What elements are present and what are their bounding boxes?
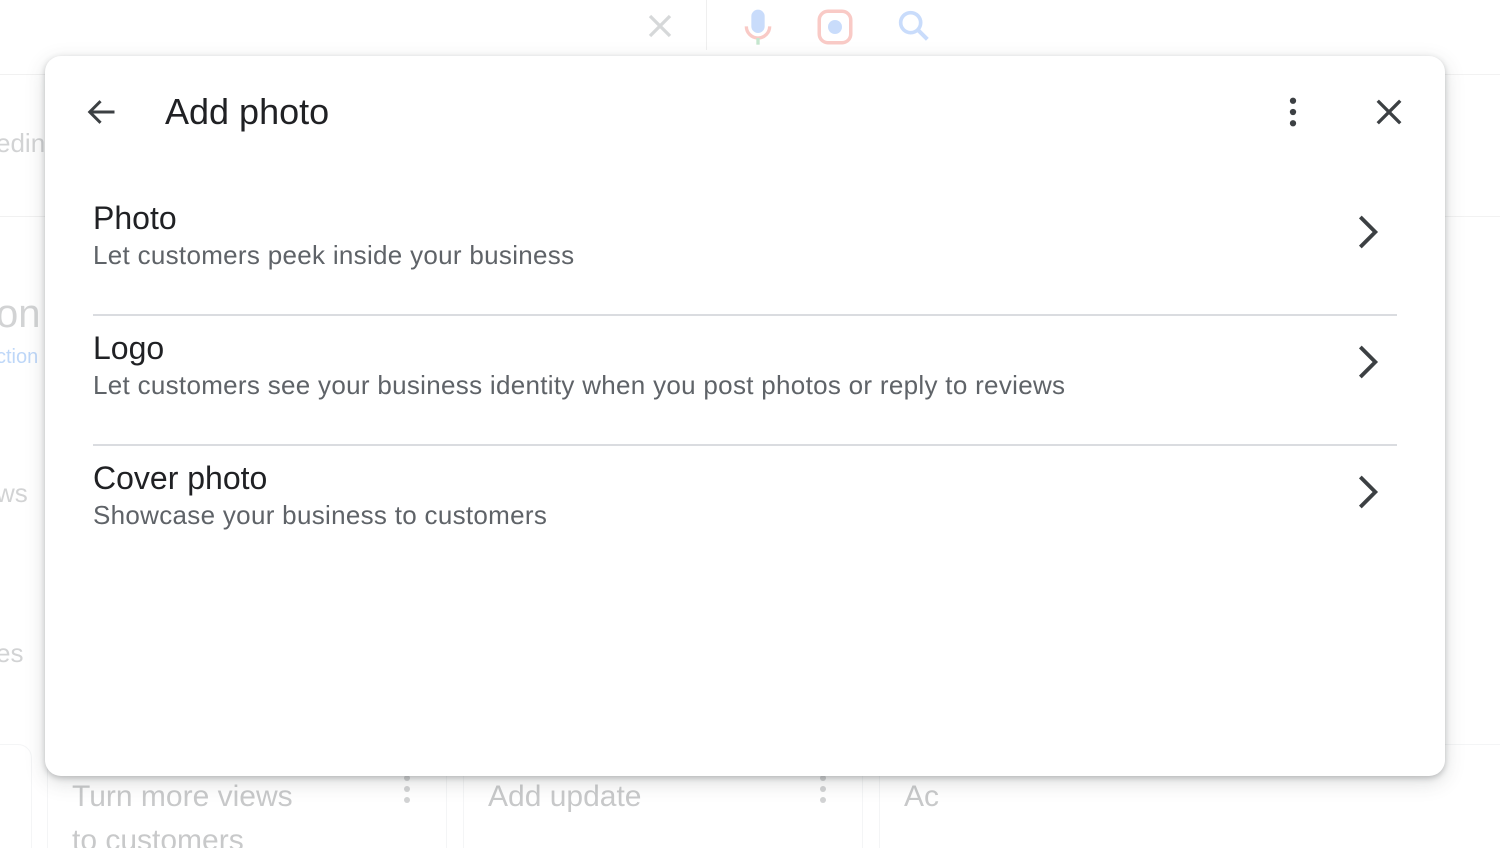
search-icon [894,6,934,51]
chevron-right-icon [1347,212,1387,252]
close-icon [1376,99,1402,125]
back-button[interactable] [77,88,125,136]
photo-type-list: Photo Let customers peek inside your bus… [93,186,1397,576]
option-photo[interactable]: Photo Let customers peek inside your bus… [93,186,1397,316]
option-description: Showcase your business to customers [93,500,548,530]
add-photo-dialog: Add photo Photo Let customers peek insid… [45,56,1445,776]
background-card-title: Turn more views to customers [72,780,293,848]
dialog-header: Add photo [45,56,1445,168]
background-fragment: on [0,292,41,336]
close-button[interactable] [1365,88,1413,136]
background-card-title: Ac [904,780,940,813]
more-options-button[interactable] [1269,88,1317,136]
option-logo[interactable]: Logo Let customers see your business ide… [93,316,1397,446]
option-description: Let customers peek inside your business [93,240,575,270]
mic-icon [738,6,778,55]
dialog-title: Add photo [165,91,330,132]
page: edin on ction ws es Turn more views to c… [0,0,1500,848]
background-link: ction [0,346,39,368]
option-description: Let customers see your business identity… [93,370,1066,400]
lens-icon [814,6,856,53]
clear-icon [640,6,680,51]
more-vert-icon [404,775,410,808]
arrow-back-icon [87,100,115,124]
background-fragment: es [0,638,24,668]
chevron-right-icon [1347,342,1387,382]
search-divider [706,0,707,50]
option-title: Cover photo [93,460,268,496]
option-title: Logo [93,330,165,366]
more-vert-icon [1289,97,1297,127]
background-card [0,744,32,848]
more-vert-icon [820,775,826,808]
background-search-bar [600,0,980,52]
chevron-right-icon [1347,472,1387,512]
option-title: Photo [93,200,177,236]
option-cover-photo[interactable]: Cover photo Showcase your business to cu… [93,446,1397,576]
background-fragment: edin [0,128,46,158]
background-card-title: Add update [488,780,642,813]
background-fragment: ws [0,478,28,508]
